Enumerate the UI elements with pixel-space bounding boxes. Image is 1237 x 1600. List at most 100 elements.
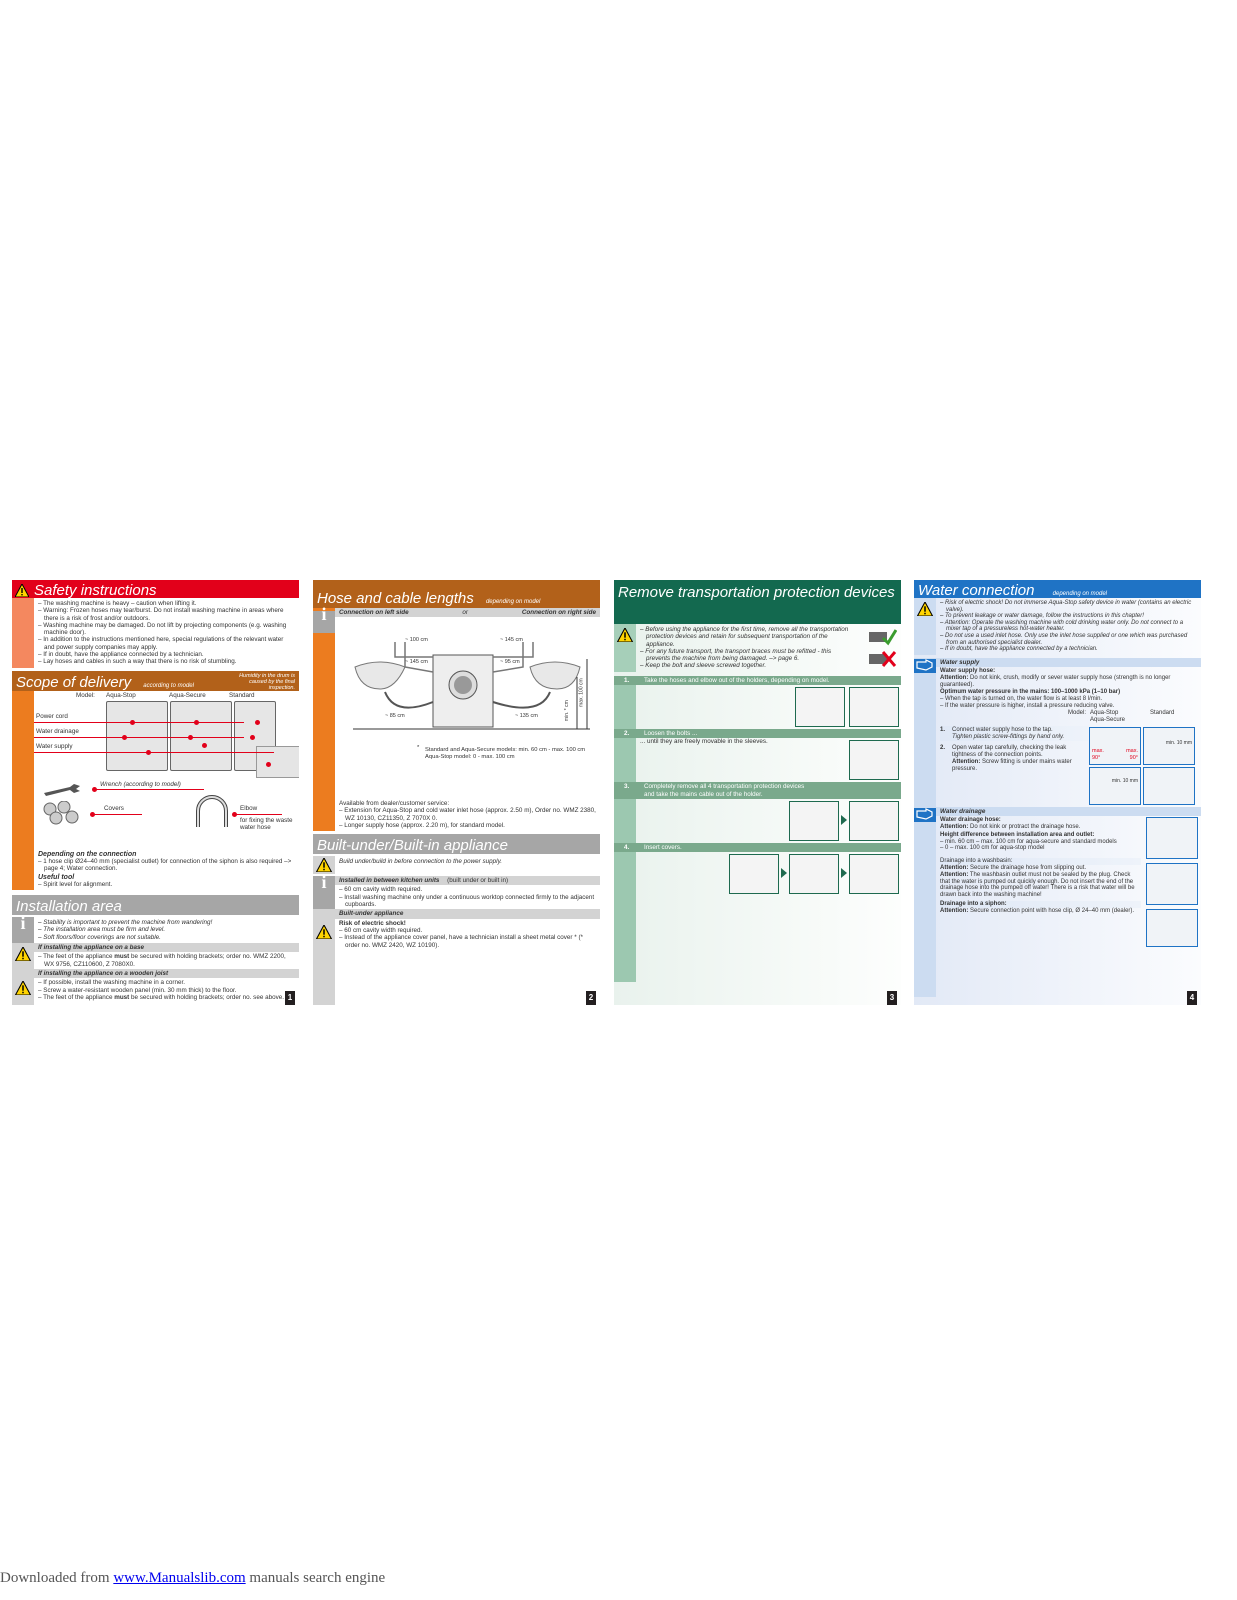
step-4: 4. Insert covers. (614, 842, 901, 853)
standard-tap-image: min. 10 mm (1143, 726, 1195, 765)
machine-aqua-secure-image (170, 700, 232, 771)
elbow-hose-image (1146, 817, 1198, 860)
list-item: Warning: Frozen hoses may tear/burst. Do… (38, 607, 295, 622)
model-label: Model: (76, 691, 95, 699)
warning-icon (316, 858, 332, 873)
step-3-image-a (789, 800, 839, 841)
list-item: 1 hose clip Ø24–40 mm (specialist outlet… (38, 858, 295, 873)
builtin-title: Built-under/Built-in appliance (317, 837, 508, 855)
list-item: The washing machine is heavy – caution w… (38, 600, 295, 607)
step-4-image-b (789, 854, 839, 895)
part-water-supply: Water supply (36, 742, 73, 750)
footnote-mark: * (417, 745, 420, 752)
manualslib-link[interactable]: www.Manualslib.com (113, 1570, 245, 1586)
safety-header: Safety instructions (12, 580, 299, 599)
marker-dot (250, 734, 255, 740)
supply-heading: Water supply (936, 657, 1201, 668)
supply-hose-heading: Water supply hose: (940, 668, 996, 675)
step-4-image-c (849, 854, 899, 895)
warning-icon (15, 980, 31, 995)
info-icon: i (20, 913, 26, 934)
page-1: Safety instructions The washing machine … (12, 580, 299, 1005)
scope-body: Model: Aqua-Stop Aqua-Secure Standard Po… (12, 690, 299, 891)
under-heading: Built-under appliance (335, 909, 600, 919)
marker-dot (202, 742, 207, 748)
wrench-line (94, 788, 204, 791)
base-heading: If installing the appliance on a base (34, 943, 299, 953)
water-subtitle: depending on model (1052, 591, 1108, 597)
page-number: 3 (887, 991, 897, 1005)
model-aqua-stop: Aqua-Stop (106, 691, 136, 699)
drainage-heading: Water drainage (936, 806, 1201, 817)
page-number: 1 (285, 991, 295, 1005)
marker-dot (194, 719, 199, 725)
list-item: The feet of the appliance must be secure… (38, 994, 295, 1001)
joist-heading: If installing the appliance on a wooden … (34, 968, 299, 979)
marker-dot (146, 749, 151, 755)
hose-diagram (353, 642, 590, 730)
next-arrow-icon (781, 868, 787, 879)
scope-figure: Model: Aqua-Stop Aqua-Secure Standard Po… (34, 691, 299, 851)
list-item: 60 cm cavity width required. (339, 886, 596, 893)
covers-label: Covers (104, 804, 124, 812)
list-item: Spirit level for alignment. (38, 881, 295, 888)
cross-icon (869, 651, 897, 667)
safety-title: Safety instructions (34, 582, 157, 599)
hose-header: Hose and cable lengths depending on mode… (313, 580, 600, 608)
list-item: Soft floors/floor coverings are not suit… (38, 934, 295, 941)
pointing-hand-icon (916, 658, 933, 671)
scope-header: Scope of delivery according to model Hum… (12, 670, 299, 691)
page-4: Water connection depending on model Risk… (914, 580, 1201, 1005)
list-item: Stability is important to prevent the ma… (38, 919, 295, 926)
warning-icon (917, 602, 933, 616)
elbow-desc: for fixing the waste water hose (240, 816, 293, 831)
dim-right-mid: ~ 95 cm (500, 659, 520, 666)
siphon-image (1146, 909, 1198, 948)
list-item: To prevent leakage or water damage, foll… (940, 613, 1197, 620)
warning-icon (15, 947, 31, 962)
aqua-stop-tap-image: max. 90° max. 90° (1089, 726, 1141, 765)
step-2: 2. Loosen the bolts ... (614, 729, 901, 739)
step-1: 1. Take the hoses and elbow out of the h… (614, 675, 901, 686)
warning-icon (15, 584, 29, 597)
list-item: Screw a water-resistant wooden panel (mi… (38, 987, 295, 994)
installation-header: Installation area (12, 895, 299, 916)
dim-max: max. 100 cm (578, 678, 585, 708)
height-heading: Height difference between installation a… (940, 831, 1095, 838)
wrench-icon (44, 783, 80, 796)
elbow-line (234, 813, 282, 816)
water-title: Water connection (918, 582, 1035, 599)
covers-line (92, 813, 142, 816)
next-arrow-icon (841, 868, 847, 879)
page-3: Remove transportation protection devices… (614, 580, 901, 1005)
page-2: Hose and cable lengths depending on mode… (313, 580, 600, 1005)
safety-list: The washing machine is heavy – caution w… (38, 600, 295, 666)
step-1-image-b (849, 687, 899, 728)
drainage-hose-heading: Water drainage hose: (940, 817, 1001, 824)
list-item: 60 cm cavity width required. (339, 927, 596, 934)
page-number: 4 (1187, 991, 1197, 1005)
pointing-hand-icon (916, 807, 933, 820)
dim-left-top: ~ 100 cm (405, 637, 428, 644)
list-item: If in doubt, have the appliance connecte… (38, 651, 295, 658)
list-item: In addition to the instructions mentione… (38, 636, 295, 651)
dim-right-bot: ~ 135 cm (515, 713, 538, 720)
part-power-cord: Power cord (36, 712, 68, 720)
scope-note: Humidity in the drum is caused by the fi… (239, 672, 295, 691)
model-standard: Standard (229, 691, 255, 699)
builtin-warning: Build under/build in before connection t… (339, 858, 503, 866)
scope-subtitle: according to model (143, 682, 194, 689)
model-aqua-secure: Aqua-Secure (1090, 716, 1126, 723)
scope-title: Scope of delivery (16, 673, 132, 691)
list-item: Lay hoses and cables in such a way that … (38, 658, 295, 665)
list-item: If possible, install the washing machine… (38, 979, 295, 986)
next-arrow-icon (841, 814, 847, 825)
warning-icon (316, 925, 332, 940)
list-item: If the water pressure is higher, install… (940, 703, 1198, 710)
washbasin-heading: Drainage into a washbasin: (940, 858, 1141, 865)
builtin-header: Built-under/Built-in appliance (313, 834, 600, 855)
right-side-label: Connection on right side (521, 609, 596, 616)
dealer-heading: Available from dealer/customer service: (339, 800, 450, 807)
step-2-image (849, 740, 899, 781)
tool-heading: Useful tool (38, 873, 75, 881)
